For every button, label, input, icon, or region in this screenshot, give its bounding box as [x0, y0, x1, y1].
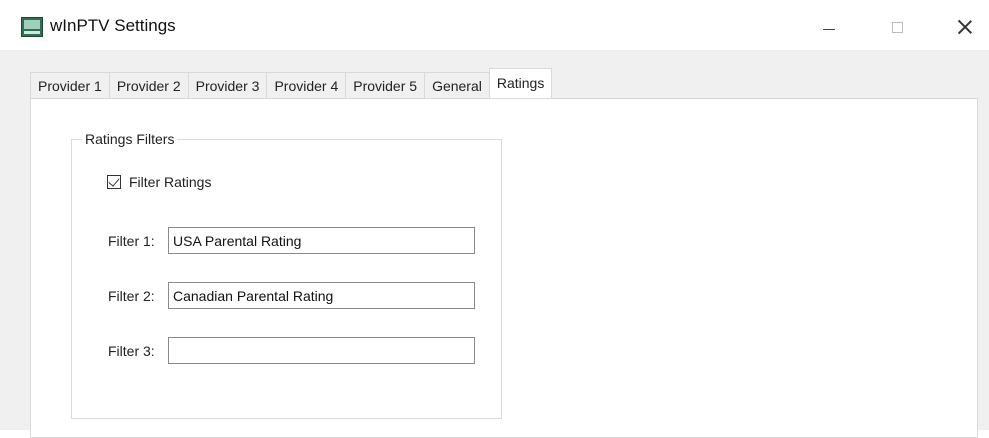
maximize-icon [891, 21, 903, 33]
filter-2-row: Filter 2: [108, 282, 475, 309]
close-icon [958, 20, 972, 34]
filter-3-label: Filter 3: [108, 342, 155, 359]
tab-provider-1[interactable]: Provider 1 [30, 72, 110, 98]
filter-ratings-option[interactable]: Filter Ratings [107, 174, 211, 190]
filter-3-row: Filter 3: [108, 337, 475, 364]
filter-2-input[interactable] [168, 282, 475, 309]
app-icon [21, 17, 43, 37]
filter-1-row: Filter 1: [108, 227, 475, 254]
filter-ratings-checkbox[interactable] [107, 175, 121, 189]
tab-provider-5[interactable]: Provider 5 [345, 72, 426, 98]
tab-ratings[interactable]: Ratings [488, 68, 553, 98]
tab-provider-4[interactable]: Provider 4 [266, 72, 347, 98]
window-title: wInPTV Settings [50, 16, 176, 35]
filter-2-label: Filter 2: [108, 287, 155, 304]
tab-provider-2[interactable]: Provider 2 [108, 72, 189, 98]
filter-3-input[interactable] [168, 337, 475, 364]
tab-provider-3[interactable]: Provider 3 [187, 72, 268, 98]
group-title: Ratings Filters [82, 131, 178, 147]
maximize-button[interactable] [874, 10, 920, 44]
filter-1-input[interactable] [168, 227, 475, 254]
filter-ratings-label[interactable]: Filter Ratings [129, 174, 211, 190]
tab-general[interactable]: General [424, 72, 490, 98]
ratings-filters-group: Ratings Filters Filter Ratings Filter 1:… [71, 131, 502, 419]
dialog-body: Provider 1 Provider 2 Provider 3 Provide… [0, 50, 989, 438]
filter-1-label: Filter 1: [108, 232, 155, 249]
tab-strip: Provider 1 Provider 2 Provider 3 Provide… [30, 68, 553, 98]
ratings-tab-panel: Ratings Filters Filter Ratings Filter 1:… [30, 98, 978, 438]
title-bar: wInPTV Settings [0, 0, 989, 50]
minimize-button[interactable] [806, 10, 852, 44]
minimize-icon [823, 28, 835, 30]
close-button[interactable] [942, 10, 988, 44]
